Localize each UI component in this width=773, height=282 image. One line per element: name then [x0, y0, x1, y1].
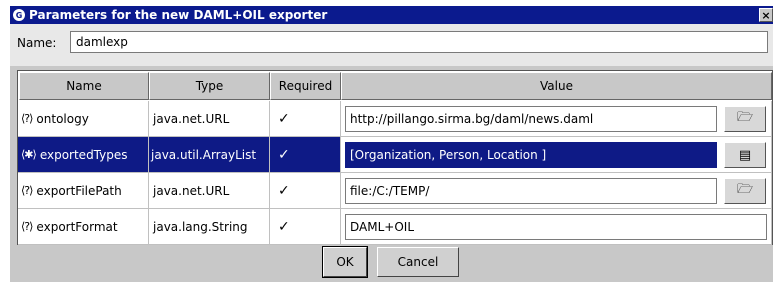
row-exportfilepath-required: ✓ — [270, 173, 341, 209]
row-ontology-type: java.net.URL — [149, 101, 270, 137]
folder-icon[interactable]: 🗁 — [724, 178, 766, 204]
name-label: Name: — [17, 36, 57, 50]
parameters-table: Name Type Required Value ⟨?⟩ ontology ja… — [17, 70, 773, 245]
row-exportedtypes-required: ✓ — [270, 137, 341, 173]
help-icon-selected: ⟨✱⟩ — [21, 148, 37, 161]
cancel-button[interactable]: Cancel — [377, 247, 459, 277]
exportfilepath-value-input[interactable]: file:/C:/TEMP/ — [345, 178, 717, 204]
window-title: Parameters for the new DAML+OIL exporter — [29, 8, 328, 22]
param-name: ontology — [36, 111, 89, 126]
row-exportedtypes-name[interactable]: ⟨✱⟩ exportedTypes — [18, 137, 149, 173]
header-value[interactable]: Value — [341, 72, 772, 100]
ok-button[interactable]: OK — [322, 246, 368, 278]
header-required[interactable]: Required — [270, 72, 341, 100]
ontology-value-input[interactable]: http://pillango.sirma.bg/daml/news.daml — [345, 106, 717, 132]
help-icon: ⟨?⟩ — [21, 220, 33, 233]
header-type[interactable]: Type — [149, 72, 270, 100]
row-exportedtypes-type: java.util.ArrayList — [149, 137, 270, 173]
row-exportformat-required: ✓ — [270, 209, 341, 245]
name-row: Name: damlexp — [10, 24, 773, 66]
row-exportformat-name[interactable]: ⟨?⟩ exportFormat — [18, 209, 149, 245]
row-ontology-name[interactable]: ⟨?⟩ ontology — [18, 101, 149, 137]
close-button[interactable]: × — [759, 8, 773, 22]
param-name: exportFormat — [36, 219, 118, 234]
title-bar[interactable]: G Parameters for the new DAML+OIL export… — [10, 6, 773, 24]
row-exportfilepath-type: java.net.URL — [149, 173, 270, 209]
app-icon: G — [13, 9, 25, 21]
param-name: exportedTypes — [39, 147, 128, 162]
header-name[interactable]: Name — [19, 72, 149, 100]
exportformat-value-input[interactable]: DAML+OIL — [345, 214, 767, 240]
folder-icon[interactable]: 🗁 — [724, 106, 766, 132]
exportedtypes-value-input[interactable]: [Organization, Person, Location ] — [345, 142, 717, 168]
list-icon[interactable]: ▤ — [724, 142, 766, 168]
row-exportfilepath-name[interactable]: ⟨?⟩ exportFilePath — [18, 173, 149, 209]
row-ontology-required: ✓ — [270, 101, 341, 137]
name-input[interactable]: damlexp — [70, 31, 768, 53]
help-icon: ⟨?⟩ — [21, 112, 33, 125]
row-exportformat-type: java.lang.String — [149, 209, 270, 245]
exporter-dialog: G Parameters for the new DAML+OIL export… — [10, 6, 773, 282]
param-name: exportFilePath — [36, 183, 122, 198]
help-icon: ⟨?⟩ — [21, 184, 33, 197]
